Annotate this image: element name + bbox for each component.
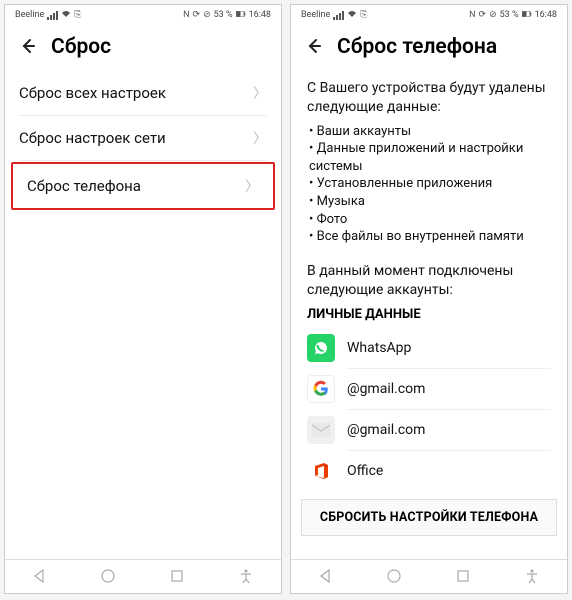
nav-accessibility-icon[interactable]: [524, 568, 542, 586]
status-bar: Beeline ⎘ N ⟳ ⊘ 53 % 16:48: [291, 5, 567, 25]
phone-left: Beeline ⎘ N ⟳ ⊘ 53 % 16:48 Сброс Сброс в…: [4, 4, 282, 594]
account-label: WhatsApp: [347, 340, 411, 356]
menu-label: Сброс настроек сети: [19, 129, 166, 147]
battery-icon: [522, 10, 532, 20]
battery-icon: [236, 10, 246, 20]
menu-item-reset-all[interactable]: Сброс всех настроек 〉: [5, 71, 281, 115]
google-icon: [307, 375, 335, 403]
sync-icon: ⟳: [479, 10, 487, 20]
nfc-icon: N: [469, 10, 475, 20]
account-row-office[interactable]: Office: [291, 451, 567, 491]
wifi-icon: [61, 10, 71, 21]
battery-text: 53 %: [500, 10, 519, 20]
phone-right: Beeline ⎘ N ⟳ ⊘ 53 % 16:48 Сброс телефон…: [290, 4, 568, 594]
account-label: @gmail.com: [347, 381, 425, 397]
nav-back-icon[interactable]: [317, 568, 335, 586]
carrier-text: Beeline: [15, 10, 44, 20]
bullet-item: Данные приложений и настройки системы: [309, 140, 551, 175]
nav-home-icon[interactable]: [100, 568, 118, 586]
sim2-icon: ⎘: [74, 10, 81, 20]
sim2-icon: ⎘: [360, 10, 367, 20]
accounts-list: WhatsApp @gmail.com @gmail.com Office: [291, 328, 567, 491]
alarm-icon: ⊘: [489, 10, 497, 20]
bullet-list: Ваши аккаунты Данные приложений и настро…: [291, 117, 567, 254]
chevron-right-icon: 〉: [245, 176, 259, 196]
nav-recent-icon[interactable]: [169, 568, 187, 586]
nav-recent-icon[interactable]: [455, 568, 473, 586]
page-title: Сброс: [51, 35, 111, 59]
alarm-icon: ⊘: [203, 10, 211, 20]
back-icon[interactable]: [305, 37, 323, 58]
divider: [19, 160, 267, 161]
office-icon: [307, 457, 335, 485]
account-row-google[interactable]: @gmail.com: [291, 369, 567, 409]
nav-back-icon[interactable]: [31, 568, 49, 586]
section-title: ЛИЧНЫЕ ДАННЫЕ: [291, 299, 567, 328]
intro-text: С Вашего устройства будут удалены следую…: [291, 71, 567, 117]
signal-icon: [47, 11, 58, 20]
account-label: @gmail.com: [347, 422, 425, 438]
page-title: Сброс телефона: [337, 35, 497, 59]
nav-accessibility-icon[interactable]: [238, 568, 256, 586]
nav-bar: [5, 559, 281, 593]
menu-label: Сброс телефона: [27, 177, 141, 195]
signal-icon: [333, 11, 344, 20]
nav-bar: [291, 559, 567, 593]
bullet-item: Фото: [309, 211, 551, 229]
nfc-icon: N: [183, 10, 189, 20]
header: Сброс: [5, 25, 281, 71]
mail-icon: [307, 416, 335, 444]
carrier-text: Beeline: [301, 10, 330, 20]
status-bar: Beeline ⎘ N ⟳ ⊘ 53 % 16:48: [5, 5, 281, 25]
chevron-right-icon: 〉: [253, 128, 267, 148]
whatsapp-icon: [307, 334, 335, 362]
sync-icon: ⟳: [193, 10, 201, 20]
wifi-icon: [347, 10, 357, 21]
account-row-whatsapp[interactable]: WhatsApp: [291, 328, 567, 368]
nav-home-icon[interactable]: [386, 568, 404, 586]
menu-item-reset-network[interactable]: Сброс настроек сети 〉: [5, 116, 281, 160]
bullet-item: Ваши аккаунты: [309, 123, 551, 141]
bullet-item: Музыка: [309, 193, 551, 211]
reset-menu: Сброс всех настроек 〉 Сброс настроек сет…: [5, 71, 281, 211]
back-icon[interactable]: [19, 37, 37, 58]
header: Сброс телефона: [291, 25, 567, 71]
clock-text: 16:48: [249, 10, 271, 20]
account-label: Office: [347, 463, 383, 479]
account-row-mail[interactable]: @gmail.com: [291, 410, 567, 450]
menu-label: Сброс всех настроек: [19, 84, 166, 102]
bullet-item: Установленные приложения: [309, 175, 551, 193]
chevron-right-icon: 〉: [253, 83, 267, 103]
reset-phone-button[interactable]: СБРОСИТЬ НАСТРОЙКИ ТЕЛЕФОНА: [301, 499, 557, 536]
bullet-item: Все файлы во внутренней памяти: [309, 228, 551, 246]
battery-text: 53 %: [214, 10, 233, 20]
accounts-intro: В данный момент подключены следующие акк…: [291, 254, 567, 300]
menu-item-reset-phone[interactable]: Сброс телефона 〉: [11, 162, 275, 210]
clock-text: 16:48: [535, 10, 557, 20]
